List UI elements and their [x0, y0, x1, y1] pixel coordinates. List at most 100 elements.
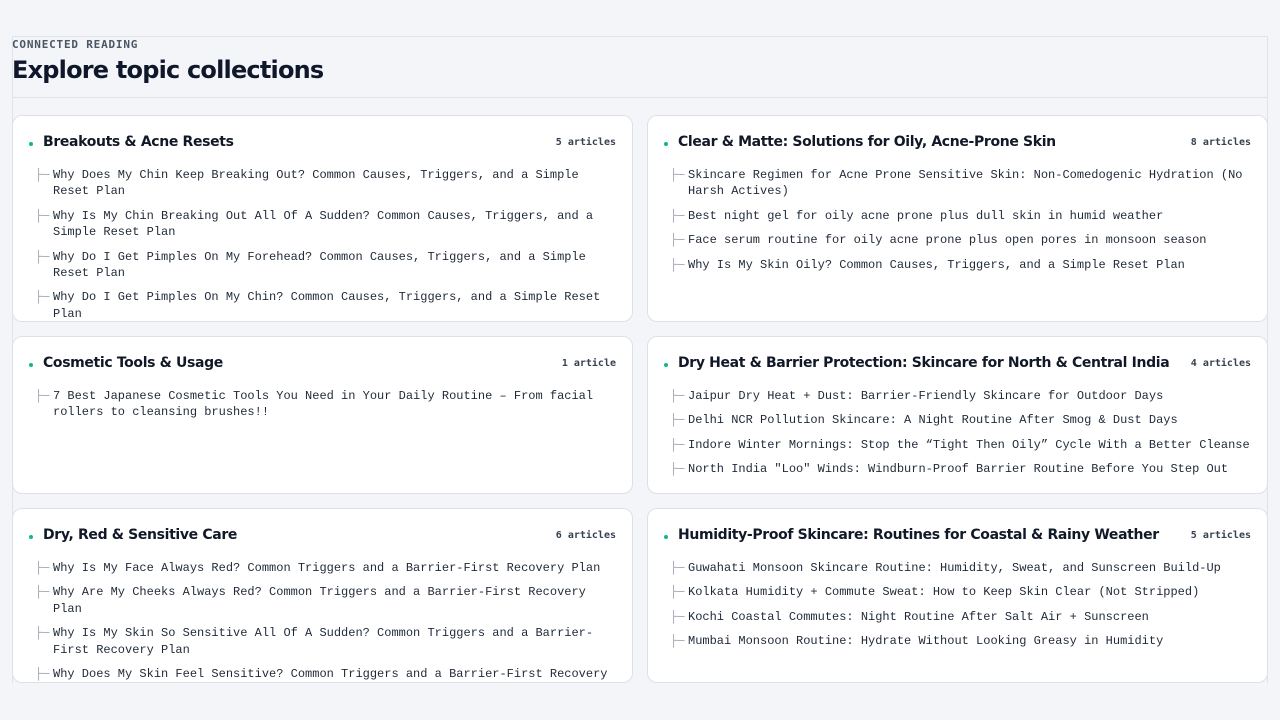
article-count-badge: 1 article [561, 358, 616, 369]
bullet-dot-icon [664, 363, 668, 367]
article-list: ├─ Jaipur Dry Heat + Dust: Barrier-Friend… [670, 388, 1251, 486]
collection-title-link[interactable]: Cosmetic Tools & Usage [43, 355, 223, 371]
article-title: Why Are My Cheeks Always Red? Common Tri… [53, 585, 586, 616]
article-link[interactable]: ├─ Why Does My Chin Keep Breaking Out? Co… [35, 167, 616, 200]
article-count-badge: 5 articles [1190, 530, 1251, 541]
card-header: Humidity-Proof Skincare: Routines for Co… [664, 527, 1251, 547]
collection-title-link[interactable]: Dry Heat & Barrier Protection: Skincare … [678, 355, 1170, 371]
tree-branch-icon: ├─ [35, 249, 50, 264]
collection-card: Dry, Red & Sensitive Care 6 articles ├─ W… [12, 508, 633, 683]
card-header: Dry, Red & Sensitive Care 6 articles [29, 527, 616, 547]
article-link[interactable]: ├─ Why Is My Chin Breaking Out All Of A S… [35, 208, 616, 241]
article-link[interactable]: ├─ Why Do I Get Pimples On My Chin? Commo… [35, 289, 616, 321]
article-list: ├─ Guwahati Monsoon Skincare Routine: Hum… [670, 560, 1251, 658]
article-title: 7 Best Japanese Cosmetic Tools You Need … [53, 389, 594, 420]
article-title: Why Is My Face Always Red? Common Trigge… [53, 561, 601, 575]
article-title: Face serum routine for oily acne prone p… [688, 233, 1207, 248]
article-link[interactable]: ├─ Why Is My Skin So Sensitive All Of A S… [35, 625, 616, 658]
collection-card: Clear & Matte: Solutions for Oily, Acne-… [647, 115, 1268, 322]
article-count-badge: 5 articles [555, 137, 616, 148]
tree-branch-icon: ├─ [670, 257, 685, 272]
tree-branch-icon: ├─ [35, 561, 50, 575]
article-title: Why Does My Chin Keep Breaking Out? Comm… [53, 168, 579, 199]
article-title: Guwahati Monsoon Skincare Routine: Humid… [688, 561, 1221, 575]
bullet-dot-icon [664, 535, 668, 539]
collection-card: Breakouts & Acne Resets 5 articles ├─ Why… [12, 115, 633, 322]
collection-title-link[interactable]: Breakouts & Acne Resets [43, 134, 234, 150]
article-list: ├─ Why Does My Chin Keep Breaking Out? Co… [35, 167, 616, 321]
collection-card: Dry Heat & Barrier Protection: Skincare … [647, 336, 1268, 494]
tree-branch-icon: ├─ [670, 609, 685, 624]
article-link[interactable]: ├─ Why Are My Cheeks Always Red? Common T… [35, 584, 616, 617]
article-link[interactable]: ├─ North India "Loo" Winds: Windburn-Proo… [670, 461, 1251, 477]
article-link[interactable]: ├─ Kochi Coastal Commutes: Night Routine … [670, 609, 1251, 625]
card-header: Breakouts & Acne Resets 5 articles [29, 134, 616, 154]
article-link[interactable]: ├─ Why Is My Face Always Red? Common Trig… [35, 560, 616, 576]
article-title: Why Is My Skin So Sensitive All Of A Sud… [53, 626, 594, 657]
article-link[interactable]: ├─ Skincare Regimen for Acne Prone Sensit… [670, 167, 1251, 200]
bullet-dot-icon [29, 142, 33, 146]
tree-branch-icon: ├─ [670, 389, 685, 403]
collection-card: Humidity-Proof Skincare: Routines for Co… [647, 508, 1268, 683]
article-title: Mumbai Monsoon Routine: Hydrate Without … [688, 634, 1164, 649]
page-title: Explore topic collections [12, 56, 324, 84]
article-title: Why Is My Skin Oily? Common Causes, Trig… [688, 257, 1185, 272]
card-header: Cosmetic Tools & Usage 1 article [29, 355, 616, 375]
article-link[interactable]: ├─ Why Does My Skin Feel Sensitive? Commo… [35, 666, 616, 682]
article-link[interactable]: ├─ Guwahati Monsoon Skincare Routine: Hum… [670, 560, 1251, 576]
article-link[interactable]: ├─ 7 Best Japanese Cosmetic Tools You Nee… [35, 388, 616, 421]
article-title: Indore Winter Mornings: Stop the “Tight … [688, 437, 1250, 452]
article-title: Why Do I Get Pimples On My Forehead? Com… [53, 249, 586, 281]
article-title: Delhi NCR Pollution Skincare: A Night Ro… [688, 413, 1178, 428]
tree-branch-icon: ├─ [35, 389, 50, 403]
tree-branch-icon: ├─ [35, 208, 50, 223]
article-title: Why Is My Chin Breaking Out All Of A Sud… [53, 208, 594, 240]
tree-branch-icon: ├─ [35, 585, 50, 600]
article-link[interactable]: ├─ Best night gel for oily acne prone plu… [670, 208, 1251, 224]
article-title: Best night gel for oily acne prone plus … [688, 208, 1164, 223]
article-count-badge: 6 articles [555, 530, 616, 541]
article-title: North India "Loo" Winds: Windburn-Proof … [688, 462, 1229, 477]
article-link[interactable]: ├─ Kolkata Humidity + Commute Sweat: How … [670, 584, 1251, 600]
article-list: ├─ 7 Best Japanese Cosmetic Tools You Nee… [35, 388, 616, 429]
bullet-dot-icon [29, 535, 33, 539]
article-list: ├─ Why Is My Face Always Red? Common Trig… [35, 560, 616, 682]
tree-branch-icon: ├─ [35, 667, 50, 682]
tree-branch-icon: ├─ [670, 437, 685, 452]
article-link[interactable]: ├─ Face serum routine for oily acne prone… [670, 232, 1251, 248]
article-link[interactable]: ├─ Mumbai Monsoon Routine: Hydrate Withou… [670, 633, 1251, 649]
tree-branch-icon: ├─ [35, 290, 50, 305]
article-title: Kochi Coastal Commutes: Night Routine Af… [688, 609, 1149, 624]
card-header: Clear & Matte: Solutions for Oily, Acne-… [664, 134, 1251, 154]
article-link[interactable]: ├─ Delhi NCR Pollution Skincare: A Night … [670, 412, 1251, 428]
tree-branch-icon: ├─ [35, 168, 50, 182]
article-count-badge: 4 articles [1190, 358, 1251, 369]
article-list: ├─ Skincare Regimen for Acne Prone Sensit… [670, 167, 1251, 281]
article-link[interactable]: ├─ Jaipur Dry Heat + Dust: Barrier-Friend… [670, 388, 1251, 404]
bullet-dot-icon [29, 363, 33, 367]
collection-title-link[interactable]: Humidity-Proof Skincare: Routines for Co… [678, 527, 1159, 543]
tree-branch-icon: ├─ [670, 413, 685, 428]
tree-branch-icon: ├─ [670, 561, 685, 575]
card-header: Dry Heat & Barrier Protection: Skincare … [664, 355, 1251, 375]
tree-branch-icon: ├─ [670, 233, 685, 248]
article-link[interactable]: ├─ Why Do I Get Pimples On My Forehead? C… [35, 249, 616, 282]
collection-title-link[interactable]: Dry, Red & Sensitive Care [43, 527, 237, 543]
tree-branch-icon: ├─ [670, 634, 685, 649]
collection-card: Cosmetic Tools & Usage 1 article ├─ 7 Bes… [12, 336, 633, 494]
article-link[interactable]: ├─ Why Is My Skin Oily? Common Causes, Tr… [670, 257, 1251, 273]
collection-title-link[interactable]: Clear & Matte: Solutions for Oily, Acne-… [678, 134, 1056, 150]
tree-branch-icon: ├─ [670, 462, 685, 477]
article-link[interactable]: ├─ Indore Winter Mornings: Stop the “Tigh… [670, 437, 1251, 453]
article-title: Kolkata Humidity + Commute Sweat: How to… [688, 585, 1200, 600]
article-title: Skincare Regimen for Acne Prone Sensitiv… [688, 168, 1243, 199]
article-title: Why Do I Get Pimples On My Chin? Common … [53, 290, 601, 321]
tree-branch-icon: ├─ [670, 168, 685, 182]
tree-branch-icon: ├─ [670, 585, 685, 600]
tree-branch-icon: ├─ [35, 626, 50, 641]
page-header: CONNECTED READING Explore topic collecti… [12, 36, 1268, 98]
bullet-dot-icon [664, 142, 668, 146]
article-title: Jaipur Dry Heat + Dust: Barrier-Friendly… [688, 389, 1164, 403]
eyebrow-label: CONNECTED READING [12, 38, 139, 51]
article-title: Why Does My Skin Feel Sensitive? Common … [53, 667, 608, 682]
